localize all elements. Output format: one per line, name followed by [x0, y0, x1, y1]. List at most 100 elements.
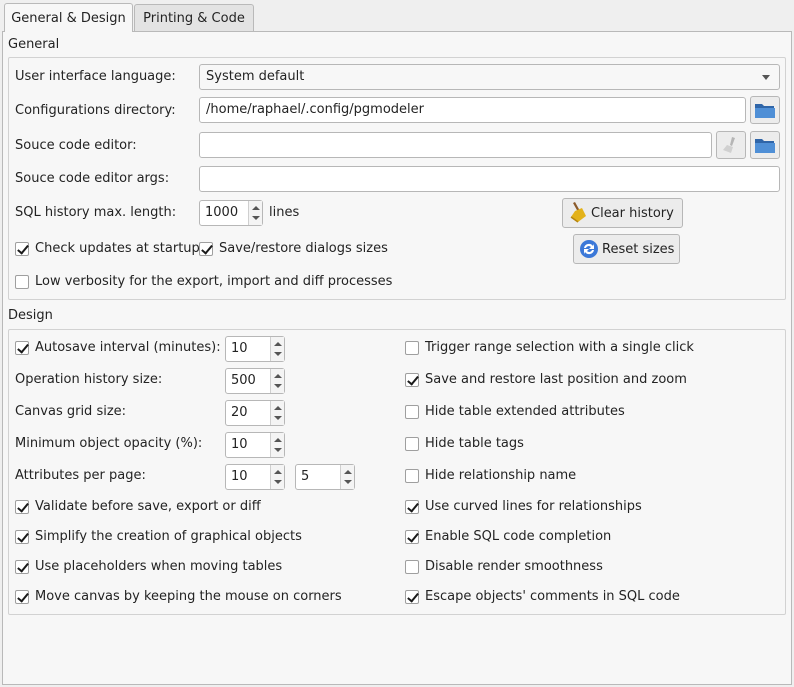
checkbox-label: Trigger range selection with a single cl…	[425, 340, 694, 355]
chevron-down-icon	[762, 75, 770, 80]
checkbox-box[interactable]	[405, 404, 419, 419]
sql-completion-checkbox[interactable]: Enable SQL code completion	[405, 529, 611, 544]
op-history-spinbox[interactable]: 500	[225, 368, 285, 394]
min-opacity-spinbox[interactable]: 10	[225, 432, 285, 458]
tab-printing-code[interactable]: Printing & Code	[134, 4, 254, 31]
checkbox-box[interactable]	[405, 436, 419, 451]
design-group-title: Design	[8, 308, 53, 323]
trigger-range-selection-checkbox[interactable]: Trigger range selection with a single cl…	[405, 340, 694, 355]
checkbox-box[interactable]	[15, 559, 29, 574]
low-verbosity-checkbox[interactable]: Low verbosity for the export, import and…	[15, 274, 392, 289]
spin-up-icon[interactable]	[274, 342, 282, 346]
attrs-per-page-label: Attributes per page:	[15, 468, 146, 483]
checkbox-box[interactable]	[15, 499, 29, 514]
clear-source-editor-button[interactable]	[716, 131, 746, 159]
spin-down-icon[interactable]	[252, 216, 260, 220]
grid-size-label: Canvas grid size:	[15, 404, 127, 419]
sql-history-spinbox[interactable]: 1000	[199, 200, 263, 226]
clear-history-button[interactable]: Clear history	[562, 198, 683, 228]
checkbox-box[interactable]	[405, 589, 419, 604]
reset-sizes-label: Reset sizes	[602, 241, 675, 257]
simplify-creation-checkbox[interactable]: Simplify the creation of graphical objec…	[15, 529, 302, 544]
checkbox-box[interactable]	[405, 340, 419, 355]
check-updates-checkbox[interactable]: Check updates at startup	[15, 241, 200, 256]
op-history-value: 500	[231, 373, 256, 388]
spin-down-icon[interactable]	[274, 384, 282, 388]
checkbox-box[interactable]	[405, 372, 419, 387]
tab-label: Printing & Code	[143, 10, 245, 26]
checkbox-label: Move canvas by keeping the mouse on corn…	[35, 589, 342, 604]
folder-icon	[755, 139, 775, 153]
source-editor-field[interactable]	[199, 132, 712, 158]
checkbox-label: Enable SQL code completion	[425, 529, 612, 544]
checkbox-box[interactable]	[15, 274, 29, 289]
tab-label: General & Design	[11, 10, 126, 26]
spin-up-icon[interactable]	[274, 374, 282, 378]
source-editor-args-field[interactable]	[199, 166, 780, 192]
spin-up-icon[interactable]	[274, 470, 282, 474]
move-canvas-corners-checkbox[interactable]: Move canvas by keeping the mouse on corn…	[15, 589, 342, 604]
grid-size-spinbox[interactable]: 20	[225, 400, 285, 426]
checkbox-label: Use placeholders when moving tables	[35, 559, 283, 574]
attrs-per-page-spinbox[interactable]: 10	[225, 464, 285, 490]
checkbox-box[interactable]	[15, 241, 29, 256]
spin-buttons[interactable]	[248, 201, 262, 225]
hide-relationship-name-checkbox[interactable]: Hide relationship name	[405, 468, 576, 483]
reset-sizes-button[interactable]: Reset sizes	[573, 234, 680, 264]
spin-up-icon[interactable]	[274, 406, 282, 410]
hide-ext-attributes-checkbox[interactable]: Hide table extended attributes	[405, 404, 625, 419]
spin-down-icon[interactable]	[344, 480, 352, 484]
source-editor-args-label: Souce code editor args:	[15, 171, 170, 186]
config-dir-field[interactable]: /home/raphael/.config/pgmodeler	[199, 97, 746, 123]
checkbox-box[interactable]	[405, 468, 419, 483]
grid-size-value: 20	[231, 405, 248, 420]
spin-buttons[interactable]	[270, 433, 284, 457]
spin-down-icon[interactable]	[274, 448, 282, 452]
sql-history-unit: lines	[269, 205, 300, 220]
extended-attrs-per-page-spinbox[interactable]: 5	[295, 464, 355, 490]
curved-lines-checkbox[interactable]: Use curved lines for relationships	[405, 499, 642, 514]
disable-smoothness-checkbox[interactable]: Disable render smoothness	[405, 559, 603, 574]
checkbox-label: Disable render smoothness	[425, 559, 603, 574]
spin-down-icon[interactable]	[274, 480, 282, 484]
hide-table-tags-checkbox[interactable]: Hide table tags	[405, 436, 524, 451]
browse-source-editor-button[interactable]	[750, 131, 780, 159]
checkbox-box[interactable]	[199, 241, 213, 256]
spin-up-icon[interactable]	[274, 438, 282, 442]
save-restore-position-checkbox[interactable]: Save and restore last position and zoom	[405, 372, 687, 387]
extended-attrs-per-page-value: 5	[301, 469, 310, 484]
tab-general-design[interactable]: General & Design	[4, 3, 133, 32]
spin-buttons[interactable]	[270, 401, 284, 425]
checkbox-box[interactable]	[15, 529, 29, 544]
use-placeholders-checkbox[interactable]: Use placeholders when moving tables	[15, 559, 282, 574]
spin-down-icon[interactable]	[274, 416, 282, 420]
spin-down-icon[interactable]	[274, 352, 282, 356]
spin-up-icon[interactable]	[252, 206, 260, 210]
checkbox-box[interactable]	[405, 499, 419, 514]
spin-up-icon[interactable]	[344, 470, 352, 474]
checkbox-box[interactable]	[405, 559, 419, 574]
autosave-checkbox[interactable]: Autosave interval (minutes):	[15, 340, 221, 355]
checkbox-box[interactable]	[15, 589, 29, 604]
spin-buttons[interactable]	[340, 465, 354, 489]
spin-buttons[interactable]	[270, 465, 284, 489]
spin-buttons[interactable]	[270, 337, 284, 361]
sql-history-value: 1000	[205, 205, 239, 220]
autosave-spinbox[interactable]: 10	[225, 336, 285, 362]
save-dialogs-checkbox[interactable]: Save/restore dialogs sizes	[199, 241, 388, 256]
browse-config-dir-button[interactable]	[750, 96, 780, 124]
validate-before-save-checkbox[interactable]: Validate before save, export or diff	[15, 499, 261, 514]
checkbox-label: Validate before save, export or diff	[35, 499, 261, 514]
escape-comments-checkbox[interactable]: Escape objects' comments in SQL code	[405, 589, 680, 604]
checkbox-box[interactable]	[405, 529, 419, 544]
spin-buttons[interactable]	[270, 369, 284, 393]
ui-language-label: User interface language:	[15, 69, 176, 84]
checkbox-label: Hide relationship name	[425, 468, 577, 483]
op-history-label: Operation history size:	[15, 372, 163, 387]
checkbox-box[interactable]	[15, 340, 29, 355]
config-dir-label: Configurations directory:	[15, 103, 176, 118]
check-updates-label: Check updates at startup	[35, 241, 200, 256]
ui-language-select[interactable]: System default	[199, 64, 780, 90]
min-opacity-label: Minimum object opacity (%):	[15, 436, 203, 451]
folder-icon	[755, 104, 775, 118]
